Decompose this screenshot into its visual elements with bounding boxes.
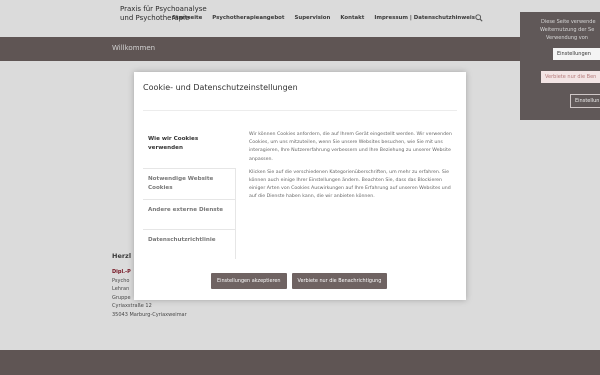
cookie-settings-button[interactable]: Einstellungen — [553, 48, 600, 60]
cookie-settings-modal: Cookie- und Datenschutzeinstellungen Wie… — [134, 72, 466, 300]
cookie-notice-line: Weiternutzung der Se — [540, 27, 595, 33]
tab-externe-dienste[interactable]: Andere externe Dienste — [143, 199, 236, 229]
accept-settings-button[interactable]: Einstellungen akzeptieren — [211, 273, 287, 289]
cookie-deny-button[interactable]: Verbiete nur die Ben — [541, 71, 600, 83]
tab-content: Wir können Cookies anfordern, die auf Ih… — [249, 131, 456, 207]
tab-content-paragraph: Klicken Sie auf die verschiedenen Katego… — [249, 169, 451, 200]
tab-wie-wir-cookies[interactable]: Wie wir Cookies verwenden — [143, 129, 236, 168]
deny-notification-button[interactable]: Verbiete nur die Benachrichtigung — [291, 273, 388, 289]
cookie-outline-button[interactable]: Einstellun — [570, 94, 600, 108]
modal-tabs: Wie wir Cookies verwenden Notwendige Web… — [143, 129, 236, 259]
modal-actions: Einstellungen akzeptieren Verbiete nur d… — [211, 273, 392, 289]
cookie-notice-line: Diese Seite verwende — [541, 19, 596, 25]
cookie-notice-bar: Diese Seite verwende Weiternutzung der S… — [520, 12, 600, 120]
modal-divider — [143, 110, 457, 111]
cookie-notice-text: Diese Seite verwende Weiternutzung der S… — [540, 18, 600, 42]
modal-title: Cookie- und Datenschutzeinstellungen — [143, 83, 298, 92]
cookie-notice-line: Verwendung von — [546, 35, 588, 41]
tab-content-paragraph: Wir können Cookies anfordern, die auf Ih… — [249, 132, 452, 162]
tab-notwendige-cookies[interactable]: Notwendige Website Cookies — [143, 168, 236, 199]
tab-datenschutzrichtlinie[interactable]: Datenschutzrichtlinie — [143, 229, 236, 259]
